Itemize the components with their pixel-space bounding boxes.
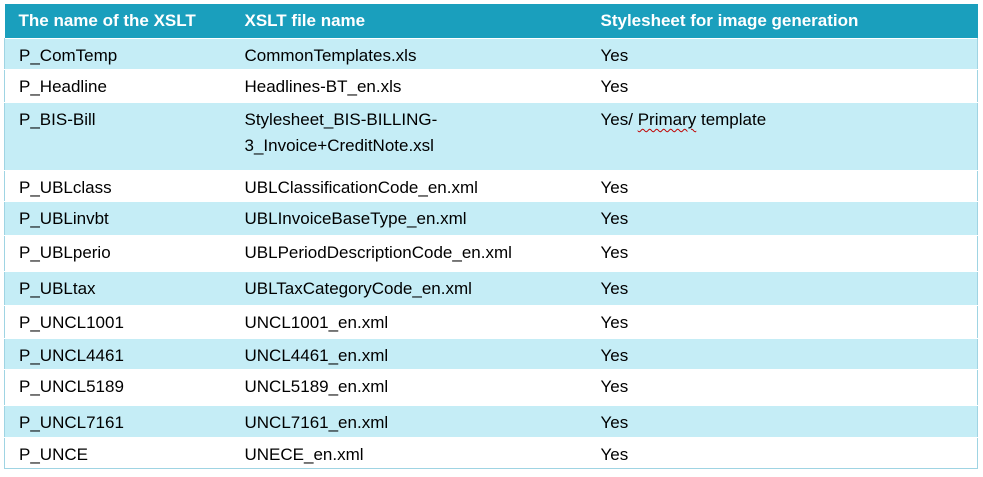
stylesheet-cell: Yes xyxy=(586,69,978,103)
xslt-name-cell: P_UNCL4461 xyxy=(4,338,231,370)
header-xslt-name: The name of the XSLT xyxy=(4,4,231,39)
xslt-name-cell: P_UNCL7161 xyxy=(4,405,231,438)
table-row: P_UNCL5189 UNCL5189_en.xml Yes xyxy=(4,369,978,406)
xslt-file-line: Stylesheet_BIS-BILLING- xyxy=(244,110,438,129)
table-row: P_UBLperio UBLPeriodDescriptionCode_en.x… xyxy=(4,235,978,272)
xslt-file-cell: Headlines-BT_en.xls xyxy=(230,69,587,103)
stylesheet-cell: Yes xyxy=(586,38,978,70)
table-row: P_UBLtax UBLTaxCategoryCode_en.xml Yes xyxy=(4,271,978,306)
xslt-file-cell: UNECE_en.xml xyxy=(230,437,587,469)
table-row: P_Headline Headlines-BT_en.xls Yes xyxy=(4,69,978,103)
stylesheet-cell: Yes xyxy=(586,437,978,469)
table-row: P_UNCL7161 UNCL7161_en.xml Yes xyxy=(4,405,978,438)
stylesheet-text: template xyxy=(696,110,767,129)
xslt-file-cell: UNCL5189_en.xml xyxy=(230,369,587,406)
xslt-name-cell: P_UBLtax xyxy=(4,271,231,306)
xslt-name-cell: P_UNCE xyxy=(4,437,231,469)
header-xslt-file-name: XSLT file name xyxy=(230,4,587,39)
xslt-file-cell: UBLInvoiceBaseType_en.xml xyxy=(230,201,587,236)
stylesheet-cell: Yes/ Primary template xyxy=(586,102,978,171)
xslt-name-cell: P_ComTemp xyxy=(4,38,231,70)
xslt-file-cell: CommonTemplates.xls xyxy=(230,38,587,70)
table-header-row: The name of the XSLT XSLT file name Styl… xyxy=(4,4,978,39)
stylesheet-cell: Yes xyxy=(586,170,978,202)
table-row: P_UNCE UNECE_en.xml Yes xyxy=(4,437,978,469)
stylesheet-cell: Yes xyxy=(586,271,978,306)
xslt-stylesheet-table: The name of the XSLT XSLT file name Styl… xyxy=(4,4,978,469)
table-row: P_BIS-Bill Stylesheet_BIS-BILLING- 3_Inv… xyxy=(4,102,978,171)
table-row: P_UBLclass UBLClassificationCode_en.xml … xyxy=(4,170,978,202)
table-row: P_UNCL1001 UNCL1001_en.xml Yes xyxy=(4,305,978,339)
xslt-file-cell: UBLClassificationCode_en.xml xyxy=(230,170,587,202)
xslt-file-cell: UBLTaxCategoryCode_en.xml xyxy=(230,271,587,306)
xslt-file-line: 3_Invoice+CreditNote.xsl xyxy=(244,136,434,155)
xslt-name-cell: P_UBLinvbt xyxy=(4,201,231,236)
xslt-file-cell: UNCL7161_en.xml xyxy=(230,405,587,438)
xslt-file-cell: UBLPeriodDescriptionCode_en.xml xyxy=(230,235,587,272)
spellcheck-flagged-word: Primary xyxy=(637,110,697,129)
xslt-name-cell: P_UBLclass xyxy=(4,170,231,202)
xslt-name-cell: P_UNCL1001 xyxy=(4,305,231,339)
table-row: P_UBLinvbt UBLInvoiceBaseType_en.xml Yes xyxy=(4,201,978,236)
stylesheet-text: Yes/ xyxy=(600,110,638,129)
stylesheet-cell: Yes xyxy=(586,305,978,339)
xslt-file-cell: UNCL4461_en.xml xyxy=(230,338,587,370)
stylesheet-cell: Yes xyxy=(586,338,978,370)
stylesheet-cell: Yes xyxy=(586,201,978,236)
xslt-file-cell: UNCL1001_en.xml xyxy=(230,305,587,339)
table-row: P_UNCL4461 UNCL4461_en.xml Yes xyxy=(4,338,978,370)
xslt-name-cell: P_UBLperio xyxy=(4,235,231,272)
xslt-name-cell: P_Headline xyxy=(4,69,231,103)
stylesheet-cell: Yes xyxy=(586,405,978,438)
xslt-file-cell: Stylesheet_BIS-BILLING- 3_Invoice+Credit… xyxy=(230,102,587,171)
xslt-name-cell: P_BIS-Bill xyxy=(4,102,231,171)
xslt-name-cell: P_UNCL5189 xyxy=(4,369,231,406)
stylesheet-cell: Yes xyxy=(586,235,978,272)
table-row: P_ComTemp CommonTemplates.xls Yes xyxy=(4,38,978,70)
header-stylesheet-for-image-generation: Stylesheet for image generation xyxy=(586,4,978,39)
stylesheet-cell: Yes xyxy=(586,369,978,406)
